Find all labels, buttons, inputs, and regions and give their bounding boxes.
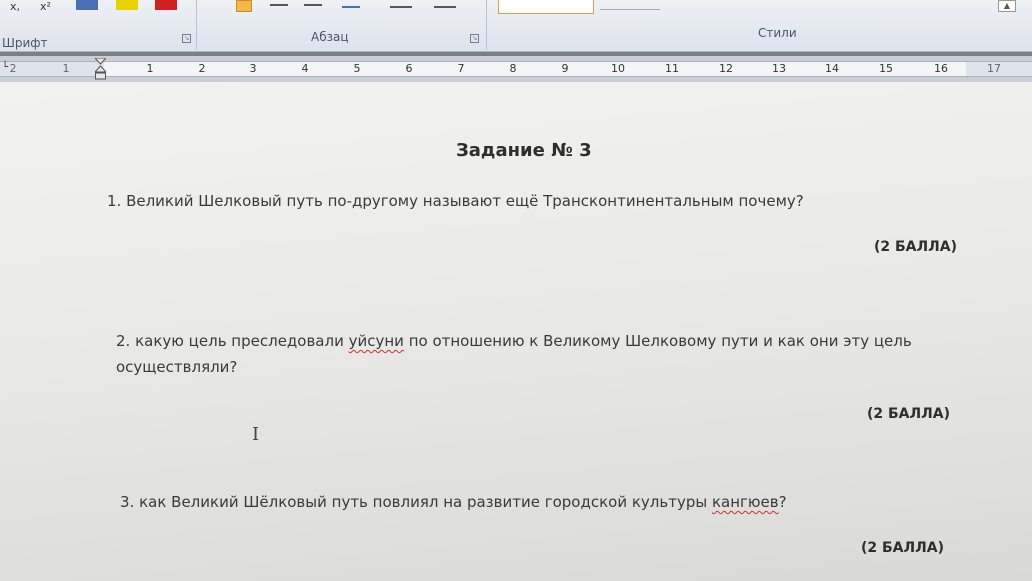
ruler-number: 2 — [198, 62, 206, 75]
ruler-number: 14 — [825, 62, 839, 75]
question-2-line1: 2. какую цель преследовали уйсуни по отн… — [116, 332, 912, 350]
superscript-button[interactable]: x² — [40, 0, 51, 14]
group-divider — [486, 0, 487, 50]
ruler-number: 6 — [405, 62, 413, 75]
question-3-score: (2 БАЛЛА) — [861, 540, 945, 556]
ruler-number: 3 — [249, 62, 257, 75]
ruler-number: 1 — [146, 62, 154, 75]
text-cursor-icon: I — [252, 424, 260, 445]
borders-button[interactable] — [434, 0, 456, 8]
text-effects-icon[interactable] — [76, 0, 98, 10]
ruler-number: 12 — [719, 62, 733, 75]
align-right-button[interactable] — [304, 0, 322, 6]
style-normal-tile[interactable] — [498, 0, 594, 14]
misspelled-word[interactable]: кангюев — [712, 493, 779, 511]
question-3-text: 3. как Великий Шёлковый путь повлиял на … — [120, 493, 787, 511]
tab-selector-icon[interactable]: └ — [2, 62, 8, 73]
question-2-text-start: 2. какую цель преследовали — [116, 332, 349, 350]
ruler-number: 2 — [9, 62, 17, 75]
ruler-number: 7 — [457, 62, 465, 75]
group-divider — [196, 0, 197, 50]
question-2-text-end: по отношению к Великому Шелковому пути и… — [403, 332, 912, 350]
subscript-button[interactable]: x, — [10, 0, 20, 14]
ruler-number: 10 — [611, 62, 625, 75]
paragraph-dialog-launcher-icon[interactable]: ↘ — [470, 34, 479, 43]
question-1-score: (2 БАЛЛА) — [874, 239, 958, 255]
ruler-number: 17 — [987, 62, 1001, 75]
align-left-button[interactable] — [236, 0, 252, 12]
ruler-number: 13 — [772, 62, 786, 75]
horizontal-ruler[interactable]: └ 2 1 1 2 3 4 5 6 7 8 9 10 11 12 13 14 1… — [0, 56, 1032, 82]
misspelled-word[interactable]: уйсуни — [349, 332, 404, 350]
highlight-color-icon[interactable] — [116, 0, 138, 10]
ruler-number: 1 — [62, 62, 70, 75]
question-2-score: (2 БАЛЛА) — [867, 406, 951, 422]
question-3-text-start: 3. как Великий Шёлковый путь повлиял на … — [120, 493, 712, 511]
group-label-font: Шрифт — [2, 36, 48, 50]
line-spacing-button[interactable] — [342, 0, 360, 8]
ribbon: x, x² ▲ Шрифт ↘ Абзац ↘ Стили — [0, 0, 1032, 52]
style-no-spacing-tile[interactable] — [600, 0, 660, 10]
font-dialog-launcher-icon[interactable]: ↘ — [182, 34, 191, 43]
indent-marker-icon[interactable] — [95, 58, 106, 80]
question-3-text-end: ? — [778, 493, 787, 511]
question-2-line2: осуществляли? — [116, 358, 238, 376]
ruler-number: 9 — [561, 62, 569, 75]
ruler-number: 15 — [879, 62, 893, 75]
group-label-styles: Стили — [758, 26, 797, 40]
ruler-number: 4 — [301, 62, 309, 75]
font-color-icon[interactable] — [155, 0, 177, 10]
ruler-number: 5 — [353, 62, 361, 75]
styles-scroll-up-icon[interactable]: ▲ — [998, 0, 1016, 12]
question-1-text: 1. Великий Шелковый путь по-другому назы… — [107, 192, 804, 210]
ruler-number: 16 — [934, 62, 948, 75]
shading-button[interactable] — [390, 0, 412, 8]
group-label-paragraph: Абзац — [311, 30, 349, 44]
ribbon-toolbar-row: x, x² ▲ — [0, 0, 1032, 22]
ruler-number: 8 — [509, 62, 517, 75]
document-page[interactable]: Задание № 3 1. Великий Шелковый путь по-… — [0, 82, 1032, 581]
ruler-number: 11 — [665, 62, 679, 75]
align-center-button[interactable] — [270, 0, 288, 6]
task-title: Задание № 3 — [456, 140, 592, 161]
